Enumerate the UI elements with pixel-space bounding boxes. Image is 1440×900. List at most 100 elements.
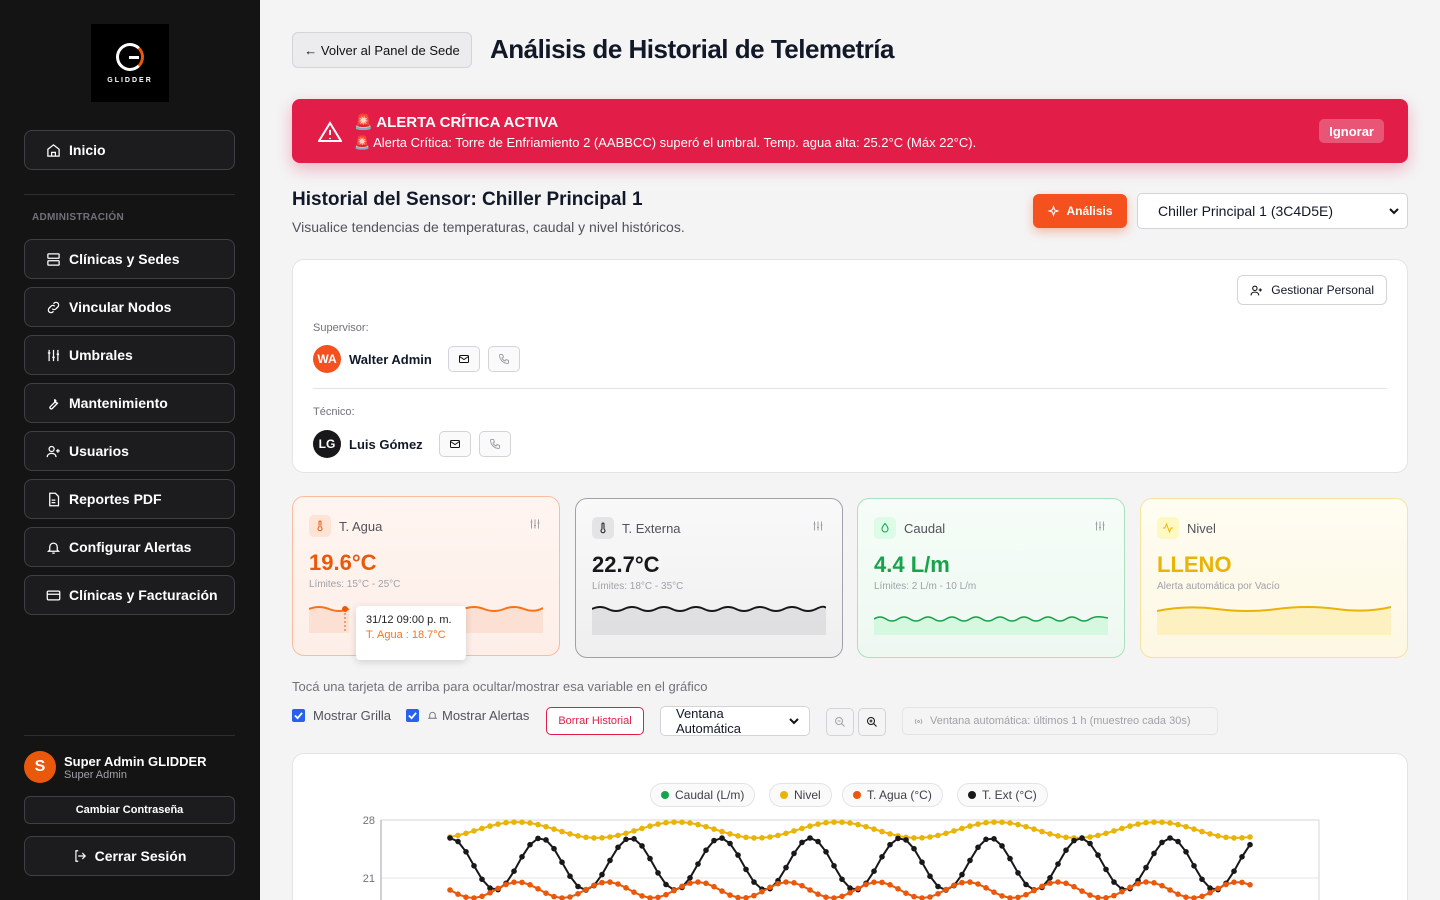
series-point [1159,819,1165,825]
sidebar-item-billing[interactable]: Clínicas y Facturación [24,575,235,615]
series-point [1087,840,1093,847]
window-select[interactable]: Ventana Automática [660,706,810,736]
sidebar-item-link-nodes[interactable]: Vincular Nodos [24,287,235,327]
show-grid-checkbox[interactable]: Mostrar Grilla [292,708,391,723]
staff-card: Gestionar Personal Supervisor: WA Walter… [292,259,1408,473]
series-point [959,871,965,878]
series-point [919,895,925,900]
zoom-in-button[interactable] [858,708,886,736]
series-point [983,885,989,891]
sidebar-item-pdf-reports[interactable]: Reportes PDF [24,479,235,519]
series-point [863,823,869,830]
series-point [1231,835,1237,841]
credit-card-icon [45,588,61,603]
divider [24,194,235,195]
series-point [1175,838,1181,845]
sidebar-item-label: Umbrales [69,347,133,363]
series-point [911,845,917,852]
sidebar-item-home[interactable]: Inicio [24,130,235,170]
sidebar-item-users[interactable]: Usuarios [24,431,235,471]
show-alerts-checkbox[interactable]: Mostrar Alertas [406,708,529,723]
series-point [487,890,493,896]
tech-label: Técnico: [313,406,355,418]
series-point [975,844,981,851]
mail-icon [449,438,461,450]
series-point [959,825,965,832]
bell-icon [427,710,438,721]
series-point [911,893,917,900]
back-button[interactable]: ← Volver al Panel de Sede [292,32,472,68]
critical-alert-banner: 🚨 ALERTA CRÍTICA ACTIVA 🚨 Alerta Crítica… [292,99,1408,163]
series-point [1079,835,1085,841]
zoom-out-button[interactable] [826,708,854,736]
series-point [527,820,533,826]
ignore-alert-button[interactable]: Ignorar [1319,119,1384,143]
metric-card-level[interactable]: Nivel LLENO Alerta automática por Vacío [1140,498,1408,658]
y-tick-label: 28 [363,815,375,827]
series-point [855,821,861,828]
series-point [447,835,453,841]
series-point [719,835,725,841]
series-point [655,870,661,876]
series-point [743,834,749,841]
series-point [495,821,501,827]
phone-button[interactable] [487,346,520,372]
window-select-value: Ventana Automática [676,706,742,736]
series-point [575,891,581,897]
activity-icon [1157,517,1179,539]
analysis-button[interactable]: Análisis [1033,194,1127,228]
logout-button[interactable]: Cerrar Sesión [24,836,235,876]
series-point [1039,828,1045,835]
logo-mark [116,42,144,71]
series-point [519,879,525,886]
series-point [511,879,517,885]
sidebar-item-maintenance[interactable]: Mantenimiento [24,383,235,423]
series-point [1175,821,1181,828]
series-point [543,890,549,896]
email-button[interactable] [438,431,471,457]
series-point [1015,894,1021,900]
series-point [895,886,901,892]
series-point [967,857,973,864]
email-button[interactable] [447,346,480,372]
series-point [999,819,1005,825]
sidebar-item-alerts-config[interactable]: Configurar Alertas [24,527,235,567]
series-point [463,830,469,837]
phone-button[interactable] [478,431,511,457]
metric-label: Nivel [1187,520,1216,536]
series-point [911,835,917,841]
sensor-select[interactable]: Chiller Principal 1 (3C4D5E) [1137,193,1408,229]
manage-staff-button[interactable]: Gestionar Personal [1237,275,1387,305]
clear-history-button[interactable]: Borrar Historial [546,707,644,735]
series-point [983,819,989,826]
series-point [647,895,653,900]
series-point [559,895,565,900]
series-point [831,863,837,869]
sidebar-item-thresholds[interactable]: Umbrales [24,335,235,375]
sidebar-item-label: Configurar Alertas [69,539,192,555]
chart-plot: 28 21 [363,815,1320,900]
series-point [1015,870,1021,876]
sidebar-item-clinics[interactable]: Clínicas y Sedes [24,239,235,279]
sliders-icon [45,348,61,363]
metric-card-flow[interactable]: Caudal 4.4 L/m Límites: 2 L/m - 10 L/m [857,498,1125,658]
series-point [599,835,605,841]
series-point [655,821,661,827]
series-point [799,839,805,846]
series-point [1055,879,1061,885]
series-point [751,892,757,899]
series-point [695,821,701,828]
metric-card-external-temp[interactable]: T. Externa 22.7°C Límites: 18°C - 35°C [575,498,843,658]
series-point [703,823,709,830]
metric-limits: Límites: 2 L/m - 10 L/m [874,581,977,592]
change-password-button[interactable]: Cambiar Contraseña [24,796,235,824]
series-point [1015,821,1021,828]
series-point [855,885,861,892]
logout-label: Cerrar Sesión [94,848,187,864]
series-point [639,843,645,849]
series-point [535,835,541,842]
show-alerts-label: Mostrar Alertas [442,708,530,723]
sparkline-external-temp [592,605,826,635]
series-point [1127,823,1133,829]
glidder-logo[interactable]: GLIDDER [91,24,169,102]
